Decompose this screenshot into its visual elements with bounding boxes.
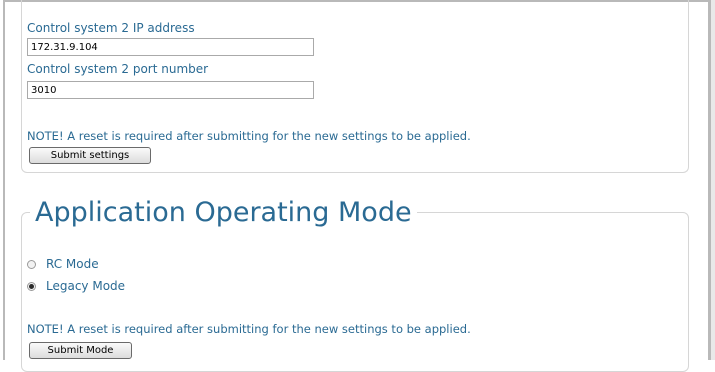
rc-mode-option[interactable]: RC Mode [27,256,99,272]
port-number-label: Control system 2 port number [27,62,209,76]
mode-reset-note: NOTE! A reset is required after submitti… [27,322,471,336]
submit-settings-button[interactable]: Submit settings [29,147,151,164]
submit-mode-button[interactable]: Submit Mode [29,342,132,359]
ip-address-label: Control system 2 IP address [27,21,195,35]
legacy-mode-label[interactable]: Legacy Mode [46,279,125,293]
reset-note: NOTE! A reset is required after submitti… [27,129,471,143]
legacy-mode-option[interactable]: Legacy Mode [27,278,125,294]
port-number-input[interactable] [27,81,314,99]
window-frame-left [3,0,5,360]
legacy-mode-radio[interactable] [27,281,36,291]
operating-mode-title: Application Operating Mode [30,196,417,230]
window-frame-shadow [711,0,715,360]
rc-mode-label[interactable]: RC Mode [46,257,99,271]
ip-address-input[interactable] [27,38,314,56]
rc-mode-radio[interactable] [27,259,36,269]
